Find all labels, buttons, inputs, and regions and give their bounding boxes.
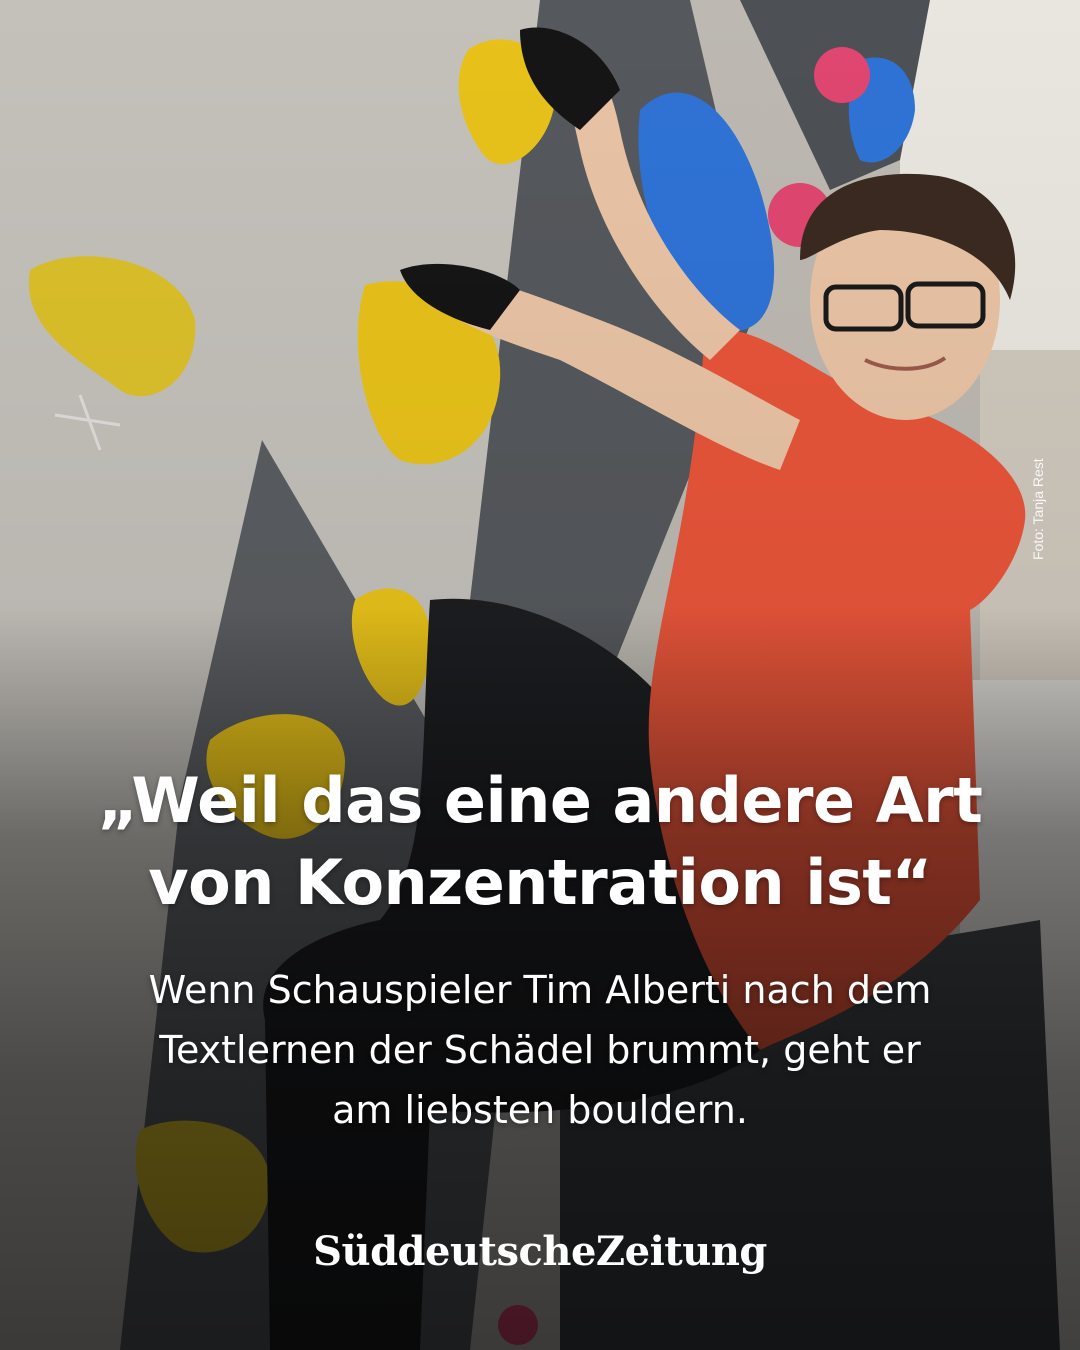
brand-logo: SüddeutscheZeitung [313,1228,767,1275]
text-readability-gradient [0,0,1080,1350]
subline-line-2: Textlernen der Schädel brummt, geht er [159,1028,921,1072]
headline-line-2: von Konzentration ist“ [148,846,932,919]
headline: „Weil das eine andere Art von Konzentrat… [60,760,1020,924]
subline-line-1: Wenn Schauspieler Tim Alberti nach dem [148,968,932,1012]
social-post: Foto: Tanja Rest „Weil das eine andere A… [0,0,1080,1350]
caption-block: „Weil das eine andere Art von Konzentrat… [60,760,1020,1140]
headline-line-1: „Weil das eine andere Art [97,764,983,837]
subline: Wenn Schauspieler Tim Alberti nach dem T… [100,960,980,1140]
subline-line-3: am liebsten bouldern. [332,1088,748,1132]
photo-credit: Foto: Tanja Rest [1030,458,1046,560]
